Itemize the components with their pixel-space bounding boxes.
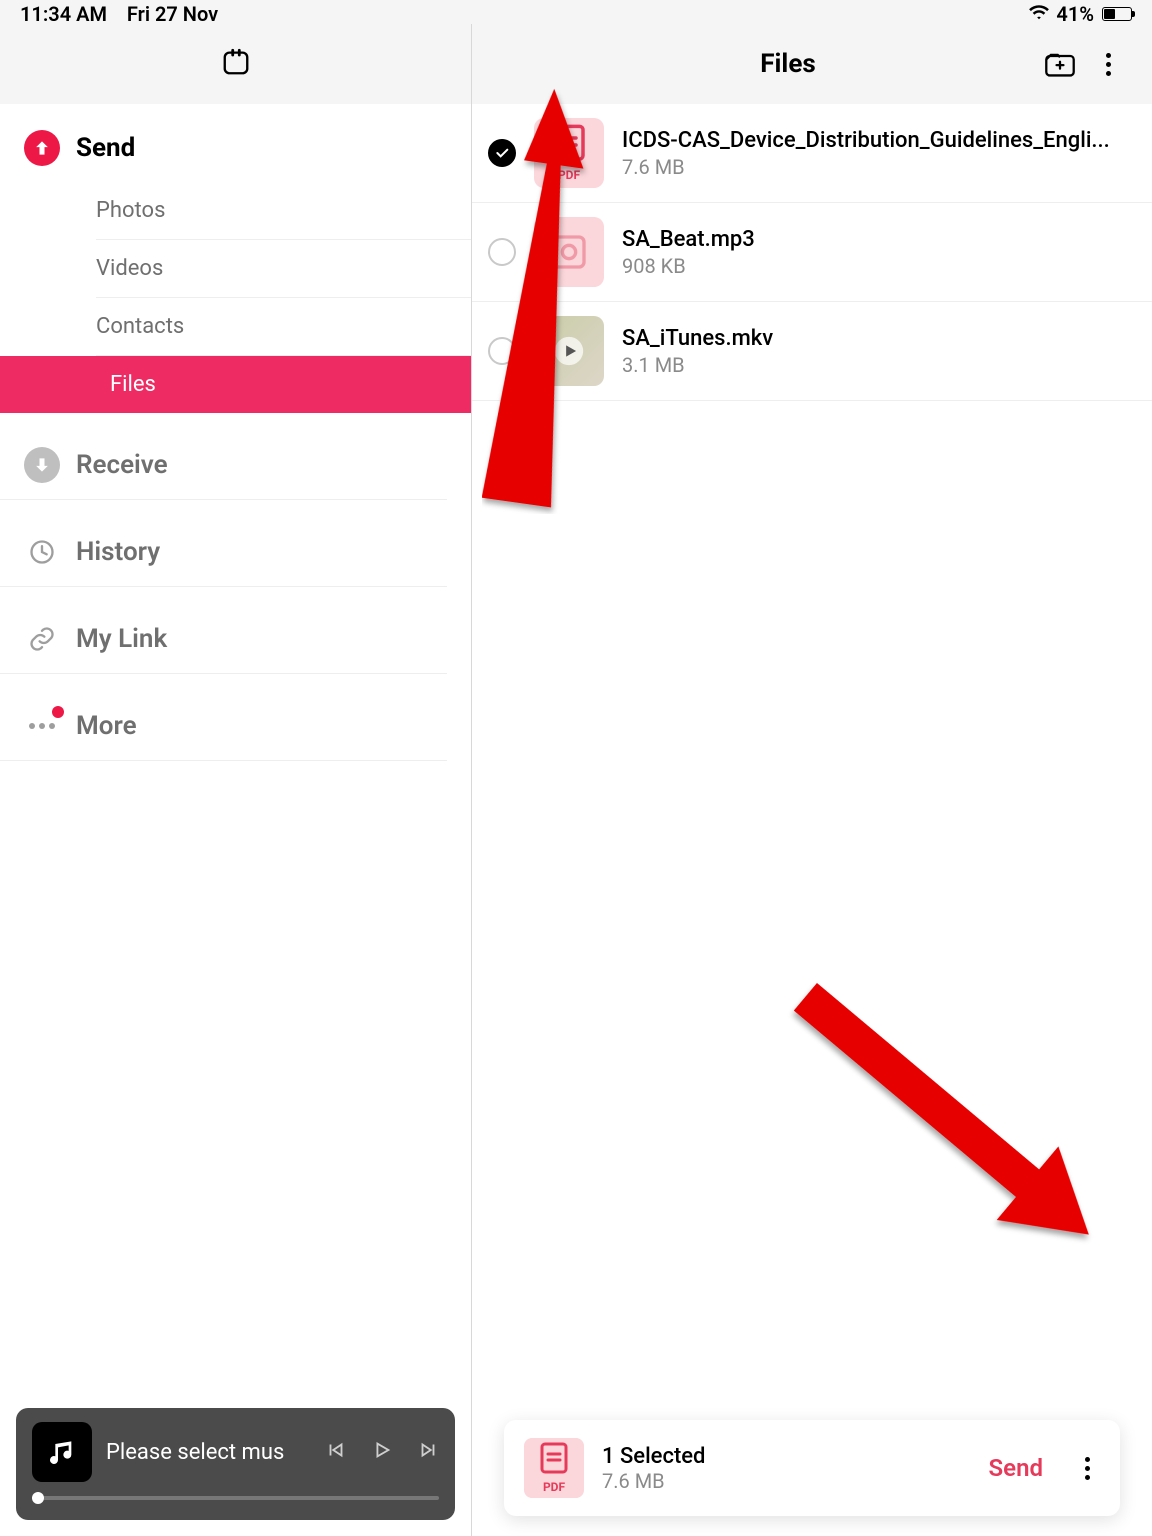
file-name: SA_Beat.mp3 [622, 227, 755, 252]
music-player[interactable]: Please select mus [16, 1408, 455, 1520]
sidebar-sub-photos[interactable]: Photos [96, 182, 471, 240]
selected-size: 7.6 MB [602, 1469, 705, 1493]
sidebar-item-history[interactable]: History [0, 518, 447, 587]
send-button-label: Send [989, 1454, 1043, 1482]
file-row[interactable]: SA_iTunes.mkv 3.1 MB [472, 302, 1152, 401]
file-row[interactable]: PDF ICDS-CAS_Device_Distribution_Guideli… [472, 104, 1152, 203]
status-bar: 11:34 AM Fri 27 Nov 41% [0, 0, 1152, 24]
sidebar-item-more[interactable]: More [0, 692, 447, 761]
prev-track-icon[interactable] [325, 1439, 347, 1465]
new-folder-button[interactable] [1036, 50, 1084, 78]
sidebar-sub-videos[interactable]: Videos [96, 240, 471, 298]
file-list: PDF ICDS-CAS_Device_Distribution_Guideli… [472, 104, 1152, 401]
file-size: 3.1 MB [622, 353, 773, 377]
arrow-up-icon [24, 130, 60, 166]
kebab-icon [1106, 53, 1111, 76]
sidebar-sub-videos-label: Videos [96, 256, 163, 281]
pdf-thumb-icon: PDF [524, 1438, 584, 1498]
next-track-icon[interactable] [417, 1439, 439, 1465]
sidebar-sub-files-label: Files [110, 372, 156, 397]
music-title: Please select mus [106, 1440, 311, 1465]
checkbox-icon[interactable] [488, 139, 516, 167]
more-options-button[interactable] [1084, 53, 1132, 76]
status-date: Fri 27 Nov [127, 2, 218, 26]
page-title: Files [540, 49, 1036, 79]
sidebar-history-label: History [76, 537, 160, 567]
status-left: 11:34 AM Fri 27 Nov [20, 2, 218, 26]
battery-icon [1102, 7, 1132, 21]
status-time: 11:34 AM [20, 2, 107, 26]
checkbox-icon[interactable] [488, 337, 516, 365]
selection-footer: PDF 1 Selected 7.6 MB Send [504, 1420, 1120, 1516]
music-progress[interactable] [32, 1496, 439, 1500]
sidebar: Send Photos Videos Contacts Files Receiv… [0, 104, 471, 761]
file-name: SA_iTunes.mkv [622, 326, 773, 351]
file-size: 7.6 MB [622, 155, 1110, 179]
annotation-arrow-icon [732, 944, 1152, 1284]
pdf-badge: PDF [558, 168, 580, 182]
music-thumb-icon [32, 1422, 92, 1482]
selected-count: 1 Selected [602, 1444, 705, 1469]
file-row[interactable]: SA_Beat.mp3 908 KB [472, 203, 1152, 302]
sidebar-receive-label: Receive [76, 450, 168, 480]
sidebar-sub-photos-label: Photos [96, 198, 165, 223]
battery-pct: 41% [1056, 2, 1094, 26]
sidebar-item-mylink[interactable]: My Link [0, 605, 447, 674]
audio-thumb-icon [534, 217, 604, 287]
link-icon [24, 621, 60, 657]
sidebar-sub-files[interactable]: Files [0, 356, 471, 413]
left-header [0, 24, 471, 104]
notification-badge-icon [52, 706, 64, 718]
right-header: Files [472, 24, 1152, 104]
checkbox-icon[interactable] [488, 238, 516, 266]
file-name: ICDS-CAS_Device_Distribution_Guidelines_… [622, 128, 1110, 153]
send-button[interactable]: Send [975, 1444, 1057, 1492]
sidebar-sub-contacts[interactable]: Contacts [96, 298, 471, 356]
sidebar-send-label: Send [76, 133, 135, 163]
video-thumb-icon [534, 316, 604, 386]
play-icon[interactable] [371, 1439, 393, 1465]
pdf-badge: PDF [543, 1480, 565, 1494]
kebab-icon [1085, 1457, 1090, 1480]
wifi-icon [1028, 2, 1050, 26]
sidebar-sub-contacts-label: Contacts [96, 314, 184, 339]
sidebar-item-send[interactable]: Send [0, 114, 471, 182]
clock-icon [24, 534, 60, 570]
arrow-down-icon [24, 447, 60, 483]
more-icon [24, 708, 60, 744]
sidebar-item-receive[interactable]: Receive [0, 431, 447, 500]
sidebar-more-label: More [76, 711, 137, 741]
file-size: 908 KB [622, 254, 755, 278]
sidebar-mylink-label: My Link [76, 624, 167, 654]
pdf-thumb-icon: PDF [534, 118, 604, 188]
selection-more-button[interactable] [1075, 1447, 1100, 1490]
app-logo-icon[interactable] [221, 47, 251, 81]
